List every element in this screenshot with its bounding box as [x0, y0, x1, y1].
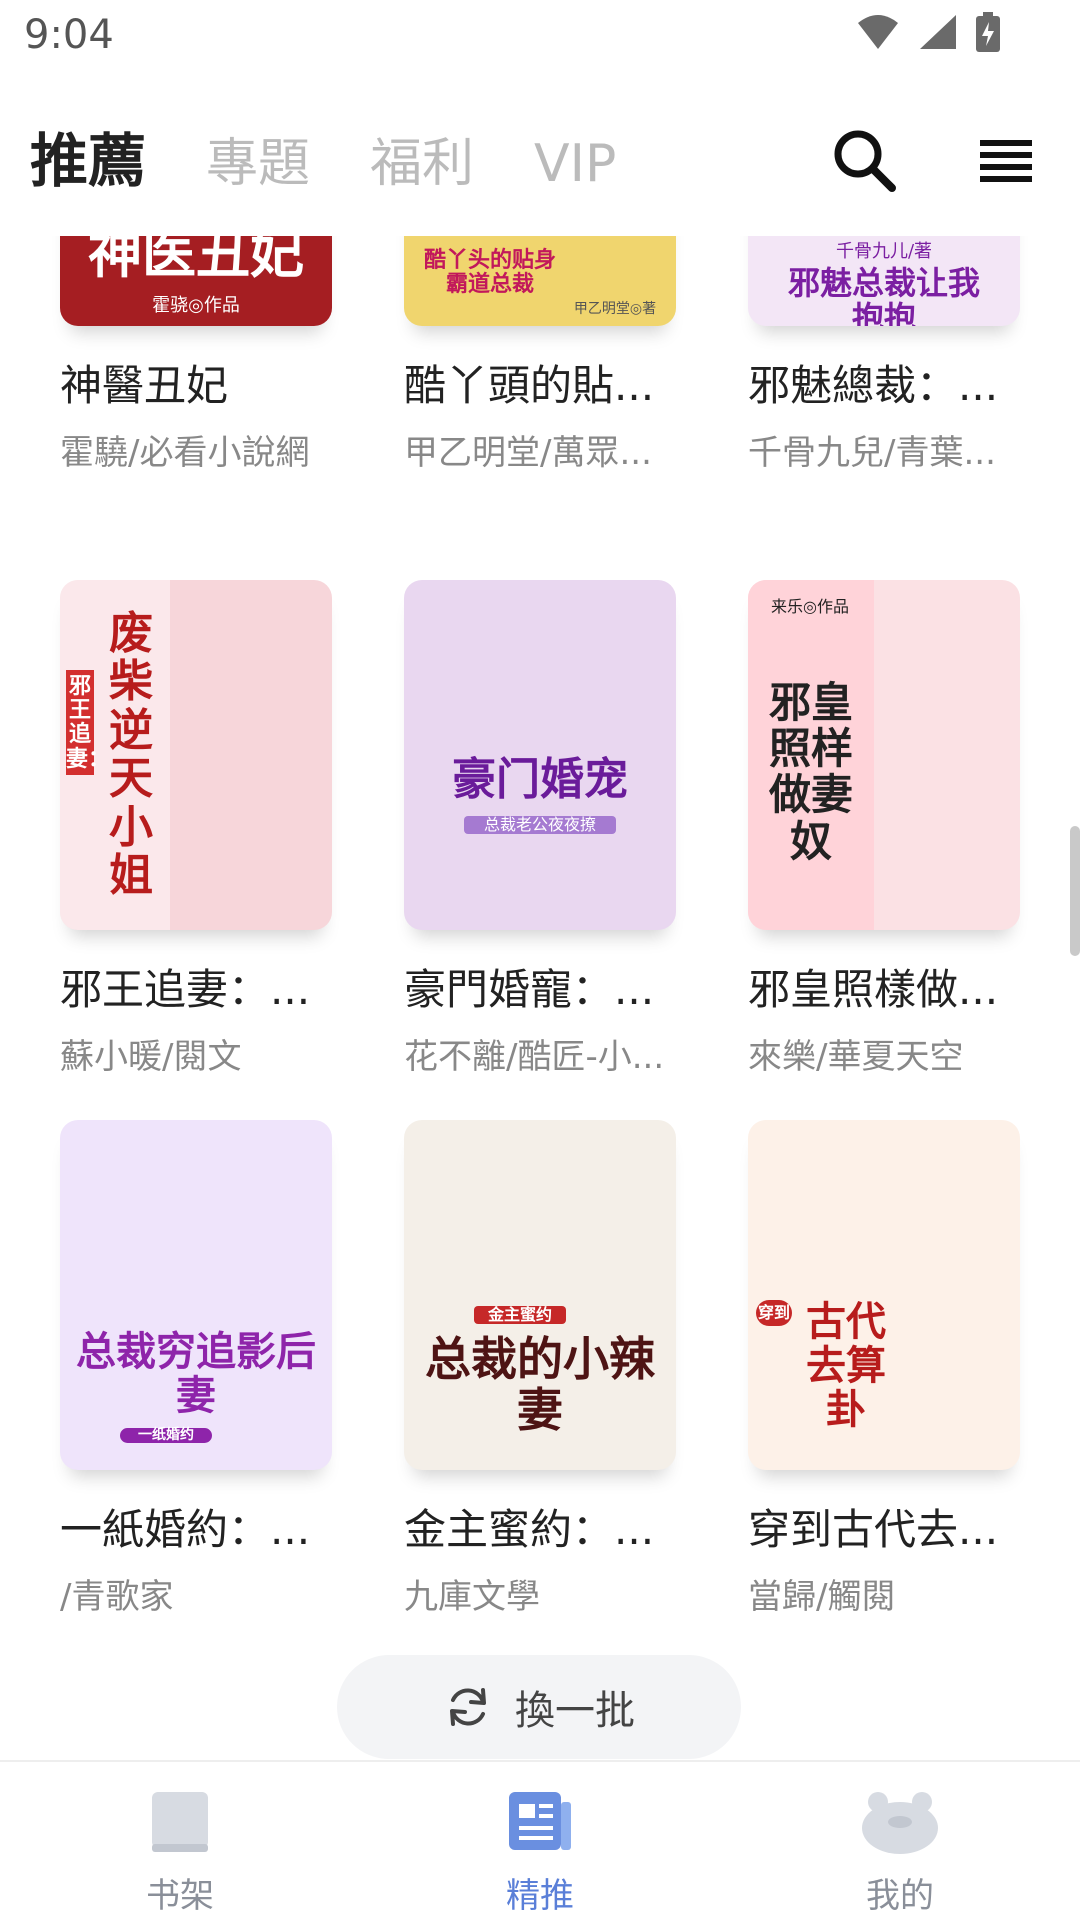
featured-icon [509, 1792, 571, 1850]
cover-subtitle: 来乐◎作品 [771, 597, 849, 616]
cover-title: 豪门婚宠 [452, 754, 628, 805]
book-title[interactable]: 豪門婚寵：... [404, 956, 676, 1017]
cover-subtitle: 金主蜜约 [474, 1306, 566, 1324]
book-cover[interactable]: 废柴逆天小姐 邪王追妻： [60, 580, 332, 930]
book-title[interactable]: 神醫丑妃 [60, 352, 332, 413]
top-header: 推薦 專題 福利 VIP [0, 76, 1080, 236]
bookshelf-icon [152, 1792, 208, 1852]
cover-title: 酷丫头的贴身霸道总裁 [423, 247, 556, 298]
tab-vip[interactable]: VIP [534, 134, 616, 194]
book-card[interactable]: 豪门婚宠 总裁老公夜夜撩 豪門婚寵：... 花不離/酷匠-小... [404, 580, 676, 1078]
tab-benefits[interactable]: 福利 [370, 121, 474, 196]
book-author: 來樂/華夏天空 [748, 1037, 964, 1077]
refresh-label: 換一批 [515, 1688, 635, 1734]
book-author: 花不離/酷匠-小... [404, 1037, 665, 1077]
book-cover[interactable]: 酷丫头的贴身霸道总裁 甲乙明堂◎著 [404, 236, 676, 326]
cover-subtitle: 穿到 [756, 1300, 792, 1326]
profile-icon [862, 1792, 938, 1854]
book-card[interactable]: 穿到 古代去算卦 穿到古代去... 當歸/觸閱 [748, 1120, 1020, 1618]
book-author: 九庫文學 [404, 1577, 540, 1617]
battery-icon [976, 12, 1000, 52]
cover-title: 古代去算卦 [806, 1298, 886, 1433]
book-cover[interactable]: 穿到 古代去算卦 [748, 1120, 1020, 1470]
book-cover[interactable]: 豪门婚宠 总裁老公夜夜撩 [404, 580, 676, 930]
book-author: 千骨九兒/青葉... [748, 433, 996, 473]
book-title[interactable]: 一紙婚約：... [60, 1496, 332, 1557]
cover-title: 邪魅总裁让我抱抱 [788, 264, 981, 326]
cover-title: 总裁的小辣妻 [425, 1332, 655, 1437]
book-card[interactable]: 总裁穷追影后妻 一纸婚约 一紙婚約：... /青歌家 [60, 1120, 332, 1618]
nav-profile[interactable]: 我的 [800, 1788, 1000, 1917]
cover-subtitle: 邪王追妻： [66, 670, 110, 775]
nav-label: 书架 [146, 1876, 214, 1916]
book-cover[interactable]: 神医丑妃 霍骁◎作品 [60, 236, 332, 326]
book-cover[interactable]: 总裁穷追影后妻 一纸婚约 [60, 1120, 332, 1470]
status-bar: 9:04 [0, 0, 1080, 76]
book-card[interactable]: 废柴逆天小姐 邪王追妻： 邪王追妻：... 蘇小暖/閱文 [60, 580, 332, 1078]
scrollbar[interactable] [1070, 826, 1080, 956]
cover-title: 神医丑妃 [88, 236, 304, 285]
book-list[interactable]: 神医丑妃 霍骁◎作品 神醫丑妃 霍驍/必看小說網 酷丫头的贴身霸道总裁 甲乙明堂… [0, 236, 1080, 1760]
cover-subtitle: 一纸婚约 [120, 1427, 212, 1444]
book-cover[interactable]: 千骨九儿/著 邪魅总裁让我抱抱 [748, 236, 1020, 326]
tab-recommend[interactable]: 推薦 [30, 114, 146, 198]
refresh-button[interactable]: 換一批 [337, 1655, 741, 1759]
book-card[interactable]: 金主蜜约 总裁的小辣妻 金主蜜約：... 九庫文學 [404, 1120, 676, 1618]
cover-subtitle: 千骨九儿/著 [835, 241, 933, 262]
book-card[interactable]: 神医丑妃 霍骁◎作品 神醫丑妃 霍驍/必看小說網 [60, 236, 332, 474]
book-author: 霍驍/必看小說網 [60, 433, 310, 473]
book-title[interactable]: 酷丫頭的貼... [404, 352, 676, 413]
book-author: 當歸/觸閱 [748, 1577, 896, 1617]
nav-featured[interactable]: 精推 [440, 1788, 640, 1917]
status-icons [856, 12, 1000, 52]
book-author: 蘇小暖/閱文 [60, 1037, 242, 1077]
menu-icon[interactable] [976, 132, 1036, 192]
book-cover[interactable]: 来乐◎作品 邪皇照样做妻奴 [748, 580, 1020, 930]
search-icon[interactable] [830, 126, 900, 196]
book-cover[interactable]: 金主蜜约 总裁的小辣妻 [404, 1120, 676, 1470]
signal-icon [920, 15, 956, 49]
book-card[interactable]: 来乐◎作品 邪皇照样做妻奴 邪皇照樣做... 來樂/華夏天空 [748, 580, 1020, 1078]
refresh-icon [450, 1688, 486, 1726]
tab-bar: 推薦 專題 福利 VIP [30, 114, 616, 198]
tab-topics[interactable]: 專題 [206, 121, 310, 196]
nav-label: 精推 [506, 1876, 574, 1916]
book-title[interactable]: 金主蜜約：... [404, 1496, 676, 1557]
nav-bookshelf[interactable]: 书架 [80, 1788, 280, 1917]
book-author: /青歌家 [60, 1577, 174, 1617]
cover-title: 总裁穷追影后妻 [76, 1328, 316, 1419]
nav-label: 我的 [866, 1876, 934, 1916]
book-title[interactable]: 邪魅總裁：... [748, 352, 1020, 413]
book-card[interactable]: 千骨九儿/著 邪魅总裁让我抱抱 邪魅總裁：... 千骨九兒/青葉... [748, 236, 1020, 474]
book-card[interactable]: 酷丫头的贴身霸道总裁 甲乙明堂◎著 酷丫頭的貼... 甲乙明堂/萬眾... [404, 236, 676, 474]
cover-subtitle: 甲乙明堂◎著 [573, 301, 657, 317]
status-time: 9:04 [24, 12, 114, 58]
book-title[interactable]: 邪皇照樣做... [748, 956, 1020, 1017]
cover-subtitle: 总裁老公夜夜撩 [464, 816, 616, 834]
bottom-nav: 书架 精推 我的 [0, 1760, 1080, 1922]
cover-title: 邪皇照样做妻奴 [768, 678, 853, 866]
book-title[interactable]: 邪王追妻：... [60, 956, 332, 1017]
book-author: 甲乙明堂/萬眾... [404, 433, 652, 473]
wifi-icon [858, 15, 898, 49]
book-title[interactable]: 穿到古代去... [748, 1496, 1020, 1557]
cover-subtitle: 霍骁◎作品 [152, 295, 240, 316]
